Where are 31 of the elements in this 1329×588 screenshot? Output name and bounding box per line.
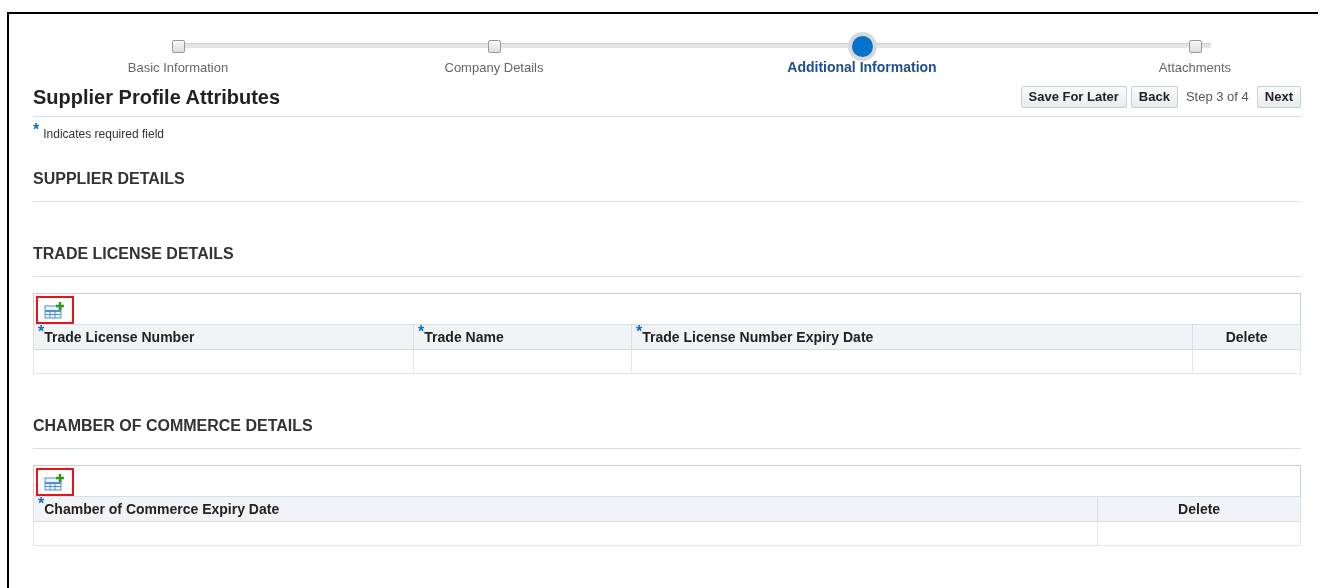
add-row-button[interactable] xyxy=(36,468,74,496)
table-add-icon xyxy=(44,302,66,320)
required-note: Indicates required field xyxy=(43,126,164,143)
required-mark: * xyxy=(418,322,425,340)
action-button[interactable]: Back xyxy=(1130,86,1178,108)
section-heading: TRADE LICENSE DETAILS xyxy=(33,242,1301,277)
column-header-label: Delete xyxy=(1178,500,1221,517)
step-label[interactable]: Additional Information xyxy=(787,59,937,75)
step-icon[interactable] xyxy=(1188,40,1202,53)
section-heading: SUPPLIER DETAILS xyxy=(33,167,1301,202)
column-header-label: Chamber of Commerce Expiry Date xyxy=(44,500,280,517)
step-label[interactable]: Attachments xyxy=(1158,60,1232,75)
step-icon[interactable] xyxy=(171,40,185,53)
step-label[interactable]: Company Details xyxy=(444,60,544,75)
required-mark: * xyxy=(33,125,40,135)
column-header-label: Trade License Number Expiry Date xyxy=(642,328,874,345)
required-mark: * xyxy=(38,322,45,340)
column-header-label: Trade License Number xyxy=(44,328,195,345)
page-title: Supplier Profile Attributes xyxy=(33,85,281,110)
required-mark: * xyxy=(636,322,643,340)
action-button[interactable]: Save For Later xyxy=(1020,86,1127,108)
column-header-label: Trade Name xyxy=(424,328,504,345)
section-heading: CHAMBER OF COMMERCE DETAILS xyxy=(33,414,1301,449)
table-add-icon xyxy=(44,474,66,492)
step-icon[interactable] xyxy=(487,40,501,53)
action-button[interactable]: Next xyxy=(1256,86,1301,108)
required-mark: * xyxy=(38,494,45,512)
column-header-label: Delete xyxy=(1225,328,1268,345)
step-counter: Step 3 of 4 xyxy=(1185,88,1249,107)
step-label[interactable]: Basic Information xyxy=(127,60,229,75)
add-row-button[interactable] xyxy=(36,296,74,324)
